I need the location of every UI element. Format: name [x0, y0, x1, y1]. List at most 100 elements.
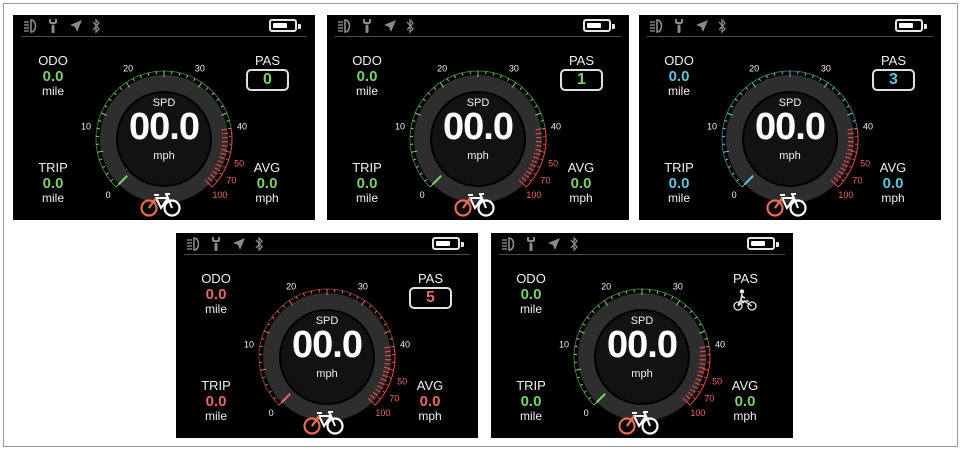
pas-level-box: 5 — [409, 287, 452, 309]
gauge-redzone-mark — [847, 144, 854, 147]
speed-unit: mph — [779, 150, 801, 162]
trip-unit: mile — [41, 191, 64, 205]
gauge-tick-label: 20 — [286, 282, 296, 292]
display-screen-walk-assist: 0 10 20 30 40 50 70 100 ODO 0.0 mile TRIP 0.0 m… — [491, 233, 793, 438]
pas-label: PAS — [417, 271, 444, 286]
avg-unit: mph — [418, 409, 442, 423]
odo-label: ODO — [516, 271, 546, 286]
gauge-tick-label: 30 — [673, 282, 683, 292]
speed-unit: mph — [631, 368, 653, 380]
odo-unit: mile — [355, 84, 378, 98]
gauge-tick-label: 20 — [123, 64, 133, 74]
bicycle-icon — [453, 191, 497, 220]
gauge-tick-label: 40 — [400, 340, 410, 350]
gauge-tick-label: 100 — [212, 190, 227, 200]
gauge-tick-label: 0 — [420, 190, 425, 200]
odo-panel: ODO 0.0 mile — [181, 271, 251, 316]
bicycle-icon — [617, 409, 661, 438]
avg-value: 0.0 — [734, 393, 756, 410]
trip-panel: TRIP 0.0 mile — [644, 160, 714, 205]
gauge-tick-label: 40 — [237, 122, 247, 132]
avg-unit: mph — [569, 191, 593, 205]
gauge-redzone-mark — [384, 362, 391, 365]
gauge-tick-label: 0 — [732, 190, 737, 200]
odo-value: 0.0 — [42, 68, 64, 85]
trip-value: 0.0 — [42, 175, 64, 192]
pas-level-box: 1 — [560, 69, 603, 91]
avg-label: AVG — [879, 160, 907, 175]
gauge-tick-label: 100 — [526, 190, 541, 200]
trip-unit: mile — [667, 191, 690, 205]
gauge-tick-label: 100 — [838, 190, 853, 200]
speed-unit: mph — [316, 368, 338, 380]
avg-panel: AVG 0.0 mph — [710, 378, 780, 423]
gauge-redzone-mark — [699, 362, 706, 365]
odo-unit: mile — [667, 84, 690, 98]
trip-value: 0.0 — [356, 175, 378, 192]
trip-unit: mile — [519, 409, 542, 423]
speed-unit: mph — [153, 150, 175, 162]
odo-unit: mile — [204, 302, 227, 316]
trip-label: TRIP — [38, 160, 68, 175]
gauge-tick-label: 0 — [106, 190, 111, 200]
trip-label: TRIP — [664, 160, 694, 175]
odo-label: ODO — [201, 271, 231, 286]
bicycle-icon — [765, 191, 809, 220]
display-screen-pas-3: 0 10 20 30 40 50 70 100 ODO 0.0 mile TRIP 0.0 m… — [639, 15, 941, 220]
avg-panel: AVG 0.0 mph — [546, 160, 616, 205]
walk-assist-icon — [732, 289, 758, 316]
odo-label: ODO — [38, 53, 68, 68]
gauge-tick-label: 10 — [81, 122, 91, 132]
avg-panel: AVG 0.0 mph — [232, 160, 302, 205]
gauge-tick-label: 20 — [749, 64, 759, 74]
trip-panel: TRIP 0.0 mile — [332, 160, 402, 205]
gauge-redzone-mark — [847, 132, 854, 135]
speed-value: 00.0 — [755, 106, 826, 148]
odo-unit: mile — [41, 84, 64, 98]
odo-value: 0.0 — [520, 286, 542, 303]
avg-panel: AVG 0.0 mph — [395, 378, 465, 423]
gauge-redzone-mark — [221, 132, 228, 135]
gauge-tick-label: 20 — [437, 64, 447, 74]
speed-value: 00.0 — [292, 324, 363, 366]
gauge-redzone-mark — [221, 144, 228, 147]
trip-value: 0.0 — [520, 393, 542, 410]
trip-unit: mile — [355, 191, 378, 205]
gauge-tick-label: 100 — [690, 408, 705, 418]
avg-label: AVG — [731, 378, 759, 393]
gauge-tick-label: 0 — [584, 408, 589, 418]
odo-panel: ODO 0.0 mile — [496, 271, 566, 316]
gauge-tick-label: 100 — [375, 408, 390, 418]
trip-unit: mile — [204, 409, 227, 423]
avg-panel: AVG 0.0 mph — [858, 160, 928, 205]
display-screen-pas-1: 0 10 20 30 40 50 70 100 ODO 0.0 mile TRIP 0.0 m… — [327, 15, 629, 220]
avg-unit: mph — [733, 409, 757, 423]
gauge-redzone-mark — [535, 144, 542, 147]
display-screen-pas-0: 0 10 20 30 40 50 70 100 ODO 0.0 mile TRIP 0.0 m… — [13, 15, 315, 220]
trip-value: 0.0 — [205, 393, 227, 410]
odo-value: 0.0 — [356, 68, 378, 85]
trip-panel: TRIP 0.0 mile — [18, 160, 88, 205]
gauge-tick-label: 30 — [509, 64, 519, 74]
trip-label: TRIP — [201, 378, 231, 393]
gauge-tick-label: 30 — [195, 64, 205, 74]
odo-value: 0.0 — [205, 286, 227, 303]
avg-value: 0.0 — [256, 175, 278, 192]
gauge-tick-label: 40 — [863, 122, 873, 132]
gauge-redzone-mark — [384, 350, 391, 353]
gauge-tick-label: 10 — [559, 340, 569, 350]
gauge-tick-label: 20 — [601, 282, 611, 292]
pas-label: PAS — [880, 53, 907, 68]
odo-panel: ODO 0.0 mile — [332, 53, 402, 98]
avg-unit: mph — [881, 191, 905, 205]
odo-panel: ODO 0.0 mile — [644, 53, 714, 98]
odo-unit: mile — [519, 302, 542, 316]
pas-level-box: 3 — [872, 69, 915, 91]
gauge-tick-label: 30 — [821, 64, 831, 74]
gauge-tick-label: 40 — [715, 340, 725, 350]
gauge-redzone-mark — [699, 350, 706, 353]
speed-value: 00.0 — [129, 106, 200, 148]
avg-label: AVG — [416, 378, 444, 393]
odo-panel: ODO 0.0 mile — [18, 53, 88, 98]
speed-value: 00.0 — [443, 106, 514, 148]
